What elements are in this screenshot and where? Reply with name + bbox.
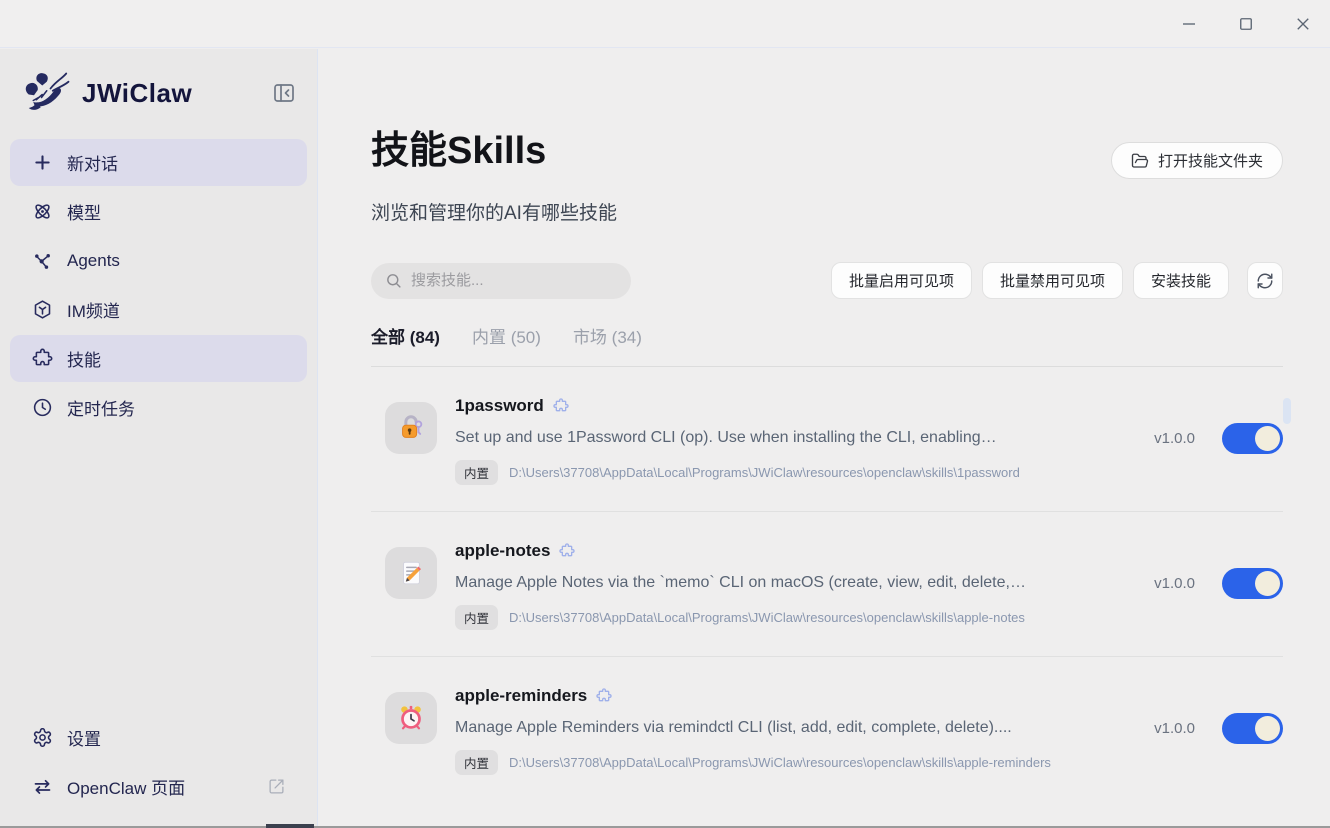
sidebar-item-label: Agents [67,251,120,271]
toggle-knob [1255,716,1280,741]
clock-icon [32,397,53,418]
sidebar-item-skills[interactable]: 技能 [10,335,307,382]
swap-arrows-icon [32,776,53,797]
toggle-knob [1255,426,1280,451]
alarm-emoji-icon [385,692,437,744]
tab-all[interactable]: 全部 (84) [371,323,440,348]
puzzle-icon [32,348,53,369]
page-subtitle: 浏览和管理你的AI有哪些技能 [371,198,1283,225]
skill-row-apple-reminders: apple-reminders Manage Apple Reminders v… [371,657,1283,801]
search-input[interactable] [411,272,617,289]
bulk-disable-button[interactable]: 批量禁用可见项 [982,262,1123,299]
skill-enabled-toggle[interactable] [1222,423,1283,454]
page-title: 技能Skills [371,129,546,175]
skill-description: Set up and use 1Password CLI (op). Use w… [455,429,1095,447]
skill-enabled-toggle[interactable] [1222,568,1283,599]
puzzle-badge-icon [559,543,575,559]
builtin-badge: 内置 [455,605,498,630]
skill-name: 1password [455,396,544,416]
sidebar: JWiClaw 新对话 模型 Agents IM频道 [0,49,318,826]
sidebar-item-im-channels[interactable]: IM频道 [10,286,307,333]
sidebar-item-label: 定时任务 [67,395,135,420]
builtin-badge: 内置 [455,750,498,775]
skill-description: Manage Apple Notes via the `memo` CLI on… [455,574,1095,592]
close-icon[interactable] [1293,14,1313,34]
toggle-knob [1255,571,1280,596]
sidebar-item-models[interactable]: 模型 [10,188,307,235]
skill-tabs: 全部 (84) 内置 (50) 市场 (34) [371,323,1283,348]
sidebar-item-scheduled-tasks[interactable]: 定时任务 [10,384,307,431]
sidebar-item-label: 技能 [67,346,101,371]
puzzle-badge-icon [553,398,569,414]
maximize-icon[interactable] [1236,14,1256,34]
skill-path: D:\Users\37708\AppData\Local\Programs\JW… [509,465,1020,480]
sidebar-item-new-chat[interactable]: 新对话 [10,139,307,186]
background-window-fragment [266,824,314,828]
search-icon [385,272,402,289]
skill-row-apple-notes: apple-notes Manage Apple Notes via the `… [371,512,1283,657]
refresh-button[interactable] [1247,262,1283,299]
sidebar-spacer [10,433,307,714]
sidebar-item-label: OpenClaw 页面 [67,774,185,799]
skill-version: v1.0.0 [1154,575,1195,592]
skill-path: D:\Users\37708\AppData\Local\Programs\JW… [509,755,1051,770]
open-folder-label: 打开技能文件夹 [1158,150,1263,171]
sidebar-item-agents[interactable]: Agents [10,237,307,284]
builtin-badge: 内置 [455,460,498,485]
sidebar-item-label: IM频道 [67,297,120,322]
brand: JWiClaw [10,63,307,123]
puzzle-badge-icon [596,688,612,704]
sidebar-item-label: 设置 [67,725,101,750]
lobster-logo [22,69,70,117]
lock-emoji-icon [385,402,437,454]
panel-collapse-icon[interactable] [271,80,297,106]
skill-path: D:\Users\37708\AppData\Local\Programs\JW… [509,610,1025,625]
folder-open-icon [1131,152,1149,170]
sidebar-item-label: 模型 [67,199,101,224]
skill-row-1password: 1password Set up and use 1Password CLI (… [371,367,1283,512]
skill-version: v1.0.0 [1154,430,1195,447]
external-link-icon [268,778,285,795]
search-box[interactable] [371,263,631,299]
plus-icon [32,152,53,173]
skill-version: v1.0.0 [1154,720,1195,737]
refresh-icon [1256,272,1274,290]
skill-description: Manage Apple Reminders via remindctl CLI… [455,719,1095,737]
skill-enabled-toggle[interactable] [1222,713,1283,744]
skill-name: apple-reminders [455,686,587,706]
app-title: JWiClaw [82,78,192,109]
sidebar-item-openclaw-page[interactable]: OpenClaw 页面 [10,763,307,810]
bulk-enable-button[interactable]: 批量启用可见项 [831,262,972,299]
scrollbar-thumb[interactable] [1283,398,1291,424]
main-content: 技能Skills 打开技能文件夹 浏览和管理你的AI有哪些技能 批量启用可见项 … [319,49,1330,828]
sidebar-item-settings[interactable]: 设置 [10,714,307,761]
channel-box-icon [32,299,53,320]
agents-network-icon [32,250,53,271]
sidebar-item-label: 新对话 [67,150,118,175]
window-titlebar [0,0,1330,48]
tab-market[interactable]: 市场 (34) [573,323,642,348]
install-skill-button[interactable]: 安装技能 [1133,262,1229,299]
gear-icon [32,727,53,748]
atom-icon [32,201,53,222]
open-skills-folder-button[interactable]: 打开技能文件夹 [1111,142,1283,179]
memo-emoji-icon [385,547,437,599]
minimize-icon[interactable] [1179,14,1199,34]
skill-name: apple-notes [455,541,550,561]
tab-builtin[interactable]: 内置 (50) [472,323,541,348]
